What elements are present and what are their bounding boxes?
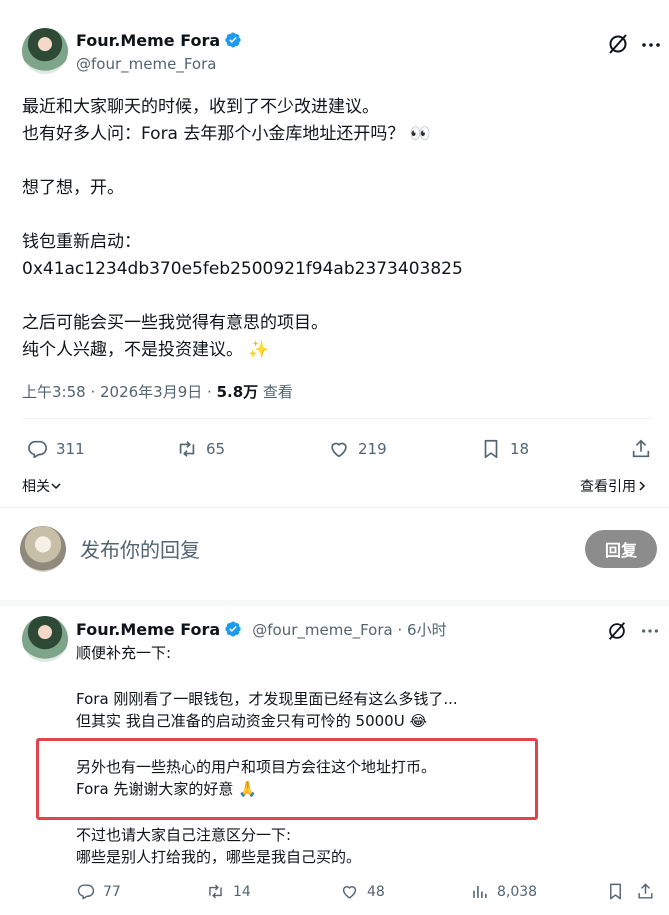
tweet-line bbox=[22, 283, 652, 310]
like-count: 219 bbox=[358, 440, 387, 458]
wallet-address: 0x41ac1234db370e5feb2500921f94ab23734038… bbox=[22, 259, 463, 279]
author-name-row: Four.Meme Fora bbox=[76, 31, 242, 50]
reply-line: Fora 先谢谢大家的好意 🙏 bbox=[76, 780, 257, 798]
bookmark-icon bbox=[484, 439, 498, 459]
tweet-line: 纯个人兴趣，不是投资建议。 ✨ bbox=[22, 340, 270, 360]
tweet-line: 最近和大家聊天的时候，收到了不少改进建议。 bbox=[22, 97, 379, 117]
more-icon[interactable] bbox=[640, 621, 660, 641]
reply-author-avatar[interactable] bbox=[22, 616, 68, 662]
bookmark-icon[interactable] bbox=[606, 882, 625, 901]
heart-icon bbox=[331, 442, 347, 458]
chevron-down-icon bbox=[51, 483, 61, 490]
reply-paragraph-2: 另外也有一些热心的用户和项目方会往这个地址打币。 Fora 先谢谢大家的好意 🙏 bbox=[76, 756, 436, 800]
heart-icon bbox=[342, 886, 357, 899]
retweet-icon bbox=[209, 884, 222, 899]
more-icon[interactable] bbox=[640, 34, 662, 56]
retweet-count: 65 bbox=[206, 440, 226, 458]
reply-line: 但其实 我自己准备的启动资金只有可怜的 5000U 😂 bbox=[76, 712, 427, 730]
reply-like-action[interactable]: 48 bbox=[340, 882, 385, 901]
reply-author-row: Four.Meme Fora @four_meme_Fora · 6小时 bbox=[76, 619, 447, 640]
reply-input[interactable]: 发布你的回复 bbox=[80, 534, 200, 563]
tweet-line: 想了想，开。 bbox=[22, 178, 124, 198]
tweet-meta: 上午3:58 · 2026年3月9日 · 5.8万 查看 bbox=[22, 381, 293, 402]
reply-views-action[interactable]: 8,038 bbox=[470, 882, 537, 901]
reply-count: 311 bbox=[56, 440, 85, 458]
reply-paragraph-1: Fora 刚刚看了一眼钱包，才发现里面已经有这么多钱了... 但其实 我自己准备… bbox=[76, 688, 458, 732]
tweet-text: 最近和大家聊天的时候，收到了不少改进建议。 也有好多人问：Fora 去年那个小金… bbox=[22, 94, 652, 364]
reply-author-name[interactable]: Four.Meme Fora bbox=[76, 620, 220, 639]
related-label: 相关 bbox=[22, 479, 50, 495]
author-display-name[interactable]: Four.Meme Fora bbox=[76, 31, 220, 50]
reply-line: 不过也请大家自己注意区分一下: bbox=[76, 826, 292, 844]
reply-reply-action[interactable]: 77 bbox=[76, 882, 121, 901]
reply-icon bbox=[77, 884, 95, 900]
reply-paragraph-3: 不过也请大家自己注意区分一下: 哪些是别人打给我的，哪些是我自己买的。 bbox=[76, 824, 361, 868]
related-link[interactable]: 相关 bbox=[22, 476, 62, 496]
my-avatar[interactable] bbox=[20, 526, 66, 572]
share-icon[interactable] bbox=[630, 438, 652, 460]
author-avatar[interactable] bbox=[22, 28, 68, 74]
like-action[interactable]: 219 bbox=[328, 438, 387, 460]
reply-view-count: 8,038 bbox=[497, 883, 538, 900]
reply-intro: 顺便补充一下: bbox=[76, 644, 172, 662]
retweet-icon bbox=[179, 441, 195, 457]
reply-like-count: 48 bbox=[367, 883, 385, 900]
author-handle[interactable]: @four_meme_Fora bbox=[76, 55, 216, 73]
bookmark-count: 18 bbox=[510, 440, 530, 458]
reply-action[interactable]: 311 bbox=[26, 438, 85, 460]
bookmark-action[interactable]: 18 bbox=[480, 438, 529, 460]
reply-submit-button[interactable]: 回复 bbox=[585, 530, 657, 568]
grok-icon[interactable] bbox=[606, 32, 630, 56]
reply-reply-count: 77 bbox=[103, 883, 121, 900]
views-label: 查看 bbox=[258, 383, 293, 401]
reply-author-handle[interactable]: @four_meme_Fora bbox=[252, 621, 392, 639]
verified-badge-icon bbox=[225, 32, 241, 48]
reply-line: 另外也有一些热心的用户和项目方会往这个地址打币。 bbox=[76, 758, 437, 776]
reply-timestamp[interactable]: · 6小时 bbox=[393, 621, 447, 639]
tweet-line bbox=[22, 202, 652, 229]
reply-line: Fora 刚刚看了一眼钱包，才发现里面已经有这么多钱了... bbox=[76, 690, 458, 708]
grok-icon[interactable] bbox=[606, 620, 628, 642]
share-icon[interactable] bbox=[636, 882, 655, 901]
reply-icon bbox=[28, 440, 47, 459]
reply-retweet-count: 14 bbox=[233, 883, 251, 900]
retweet-action[interactable]: 65 bbox=[176, 438, 225, 460]
reply-line: 哪些是别人打给我的，哪些是我自己买的。 bbox=[76, 848, 362, 866]
view-count: 5.8万 bbox=[216, 383, 259, 401]
tweet-line bbox=[22, 148, 652, 175]
tweet-line: 之后可能会买一些我觉得有意思的项目。 bbox=[22, 313, 328, 333]
tweet-line: 钱包重新启动： bbox=[22, 232, 141, 252]
tweet-line: 也有好多人问：Fora 去年那个小金库地址还开吗？ 👀 bbox=[22, 124, 431, 144]
view-quotes-link[interactable]: 查看引用 bbox=[580, 476, 648, 496]
verified-badge-icon bbox=[225, 621, 241, 637]
analytics-icon bbox=[473, 885, 487, 898]
tweet-timestamp[interactable]: 上午3:58 · 2026年3月9日 · bbox=[22, 383, 217, 401]
quotes-label: 查看引用 bbox=[580, 479, 636, 495]
reply-retweet-action[interactable]: 14 bbox=[206, 882, 251, 901]
chevron-right-icon bbox=[639, 481, 646, 491]
